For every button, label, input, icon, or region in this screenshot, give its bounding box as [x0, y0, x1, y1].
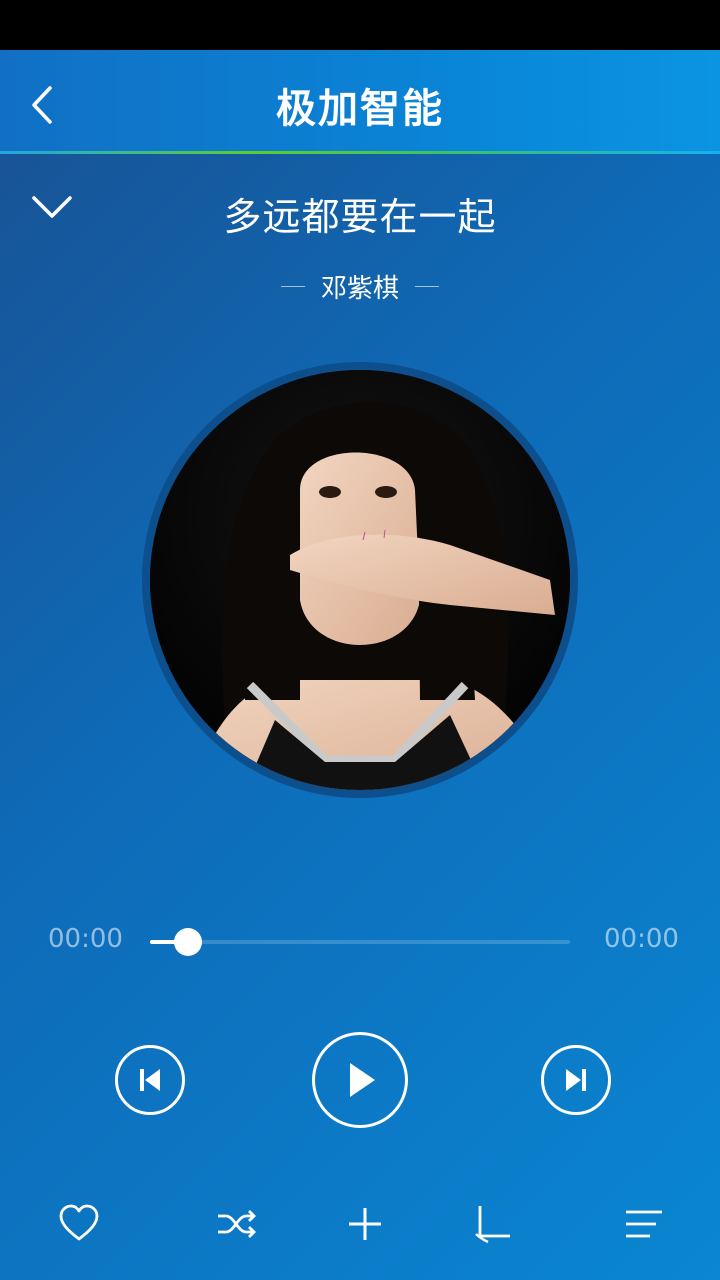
- heart-icon[interactable]: [57, 1202, 101, 1246]
- artist-divider-right: [415, 286, 439, 287]
- artist-divider-left: [280, 286, 305, 287]
- plus-icon[interactable]: [343, 1202, 387, 1246]
- total-time: 00:00: [604, 924, 679, 954]
- playlist-icon[interactable]: [622, 1202, 666, 1246]
- header-accent-line: [0, 151, 720, 154]
- song-title: 多远都要在一起: [223, 195, 497, 239]
- next-button[interactable]: [541, 1045, 611, 1115]
- play-icon: [350, 1063, 375, 1097]
- current-time: 00:00: [48, 924, 123, 954]
- page-title: 极加智能: [276, 86, 444, 132]
- sleep-timer-icon[interactable]: [472, 1202, 516, 1246]
- artist-row: 邓紫棋: [0, 268, 720, 305]
- play-button[interactable]: [312, 1032, 408, 1128]
- status-bar: [0, 0, 720, 50]
- skip-previous-icon: [140, 1069, 160, 1091]
- progress-track[interactable]: [150, 940, 570, 944]
- progress-thumb[interactable]: [173, 928, 202, 956]
- shuffle-icon[interactable]: [214, 1202, 258, 1246]
- album-art: [150, 370, 570, 790]
- artist-name: 邓紫棋: [320, 274, 399, 304]
- previous-button[interactable]: [115, 1045, 185, 1115]
- skip-next-icon: [566, 1069, 586, 1091]
